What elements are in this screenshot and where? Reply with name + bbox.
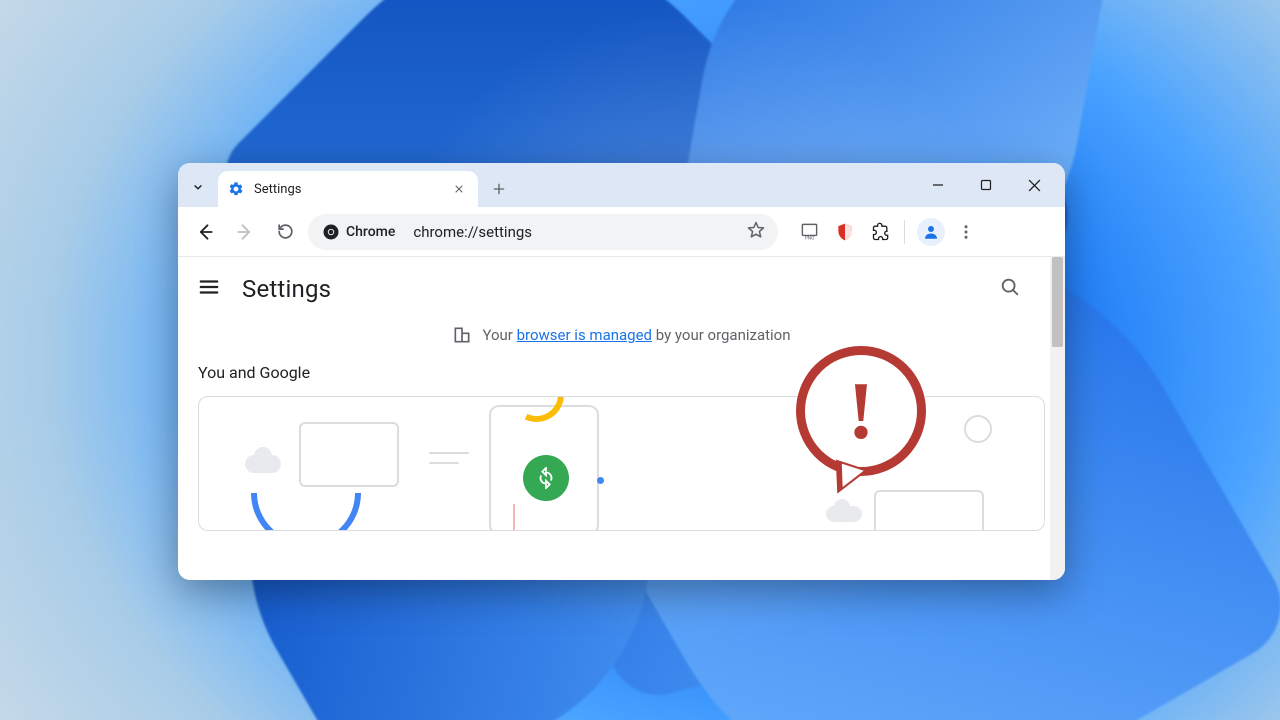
nav-forward-button[interactable] [228,215,262,249]
extension-icons: PNG [798,221,892,243]
window-minimize-button[interactable] [915,163,961,207]
plus-icon [491,181,507,197]
decorative-shape [251,493,361,531]
decorative-shape [429,452,469,476]
reload-icon [276,222,295,241]
toolbar-separator [904,220,905,244]
tab-title: Settings [254,182,440,197]
section-title: You and Google [178,363,1065,396]
arrow-right-icon [235,222,255,242]
puzzle-icon [871,222,891,242]
address-bar[interactable]: Chrome chrome://settings [308,214,778,250]
browser-toolbar: Chrome chrome://settings PNG [178,207,1065,257]
image-tool-icon: PNG [800,222,819,241]
nav-back-button[interactable] [188,215,222,249]
tab-close-button[interactable] [450,180,468,198]
dots-vertical-icon [957,223,975,241]
extensions-menu-button[interactable] [870,221,892,243]
window-close-button[interactable] [1011,163,1057,207]
managed-link[interactable]: browser is managed [517,326,652,344]
maximize-icon [980,179,992,191]
settings-page: Settings Your browser is managed by your… [178,257,1065,580]
arrow-left-icon [195,222,215,242]
profile-button[interactable] [917,218,945,246]
close-icon [1028,179,1041,192]
sync-icon [523,455,569,501]
chevron-down-icon [191,180,205,194]
site-chip-label: Chrome [346,224,395,240]
minimize-icon [932,179,944,191]
window-maximize-button[interactable] [963,163,1009,207]
new-tab-button[interactable] [484,174,514,204]
shield-icon [835,222,855,242]
extension-button-1[interactable]: PNG [798,221,820,243]
managed-banner: Your browser is managed by your organiza… [178,321,1065,363]
svg-text:PNG: PNG [804,235,814,241]
decorative-shape [245,455,281,473]
settings-menu-button[interactable] [198,276,220,302]
decorative-shape [513,504,515,531]
star-icon [746,220,766,240]
page-title: Settings [242,275,331,303]
window-controls [915,163,1057,207]
settings-search-button[interactable] [999,276,1021,302]
browser-tab[interactable]: Settings [218,171,478,207]
reload-button[interactable] [268,215,302,249]
decorative-shape [299,422,399,487]
person-icon [922,223,940,241]
bookmark-star-button[interactable] [746,220,766,244]
chrome-menu-button[interactable] [951,217,981,247]
vertical-scrollbar[interactable] [1050,257,1065,580]
site-chip[interactable]: Chrome [320,221,403,243]
search-icon [999,276,1021,298]
extension-button-2[interactable] [834,221,856,243]
decorative-shape [826,506,862,522]
settings-gear-icon [228,181,244,197]
decorative-shape [874,490,984,531]
tab-search-dropdown[interactable] [184,173,212,201]
url-text: chrome://settings [413,223,736,241]
tab-strip: Settings [178,163,1065,207]
managed-text: Your browser is managed by your organiza… [482,326,790,344]
chrome-logo-icon [322,223,340,241]
scrollbar-thumb[interactable] [1052,257,1063,347]
chrome-window: Settings Chrome chrome://settings [178,163,1065,580]
decorative-shape [964,415,992,443]
settings-header: Settings [178,257,1065,321]
menu-icon [198,276,220,298]
you-and-google-card[interactable] [198,396,1045,531]
close-icon [453,183,465,195]
decorative-shape [597,477,604,484]
domain-icon [452,325,472,345]
